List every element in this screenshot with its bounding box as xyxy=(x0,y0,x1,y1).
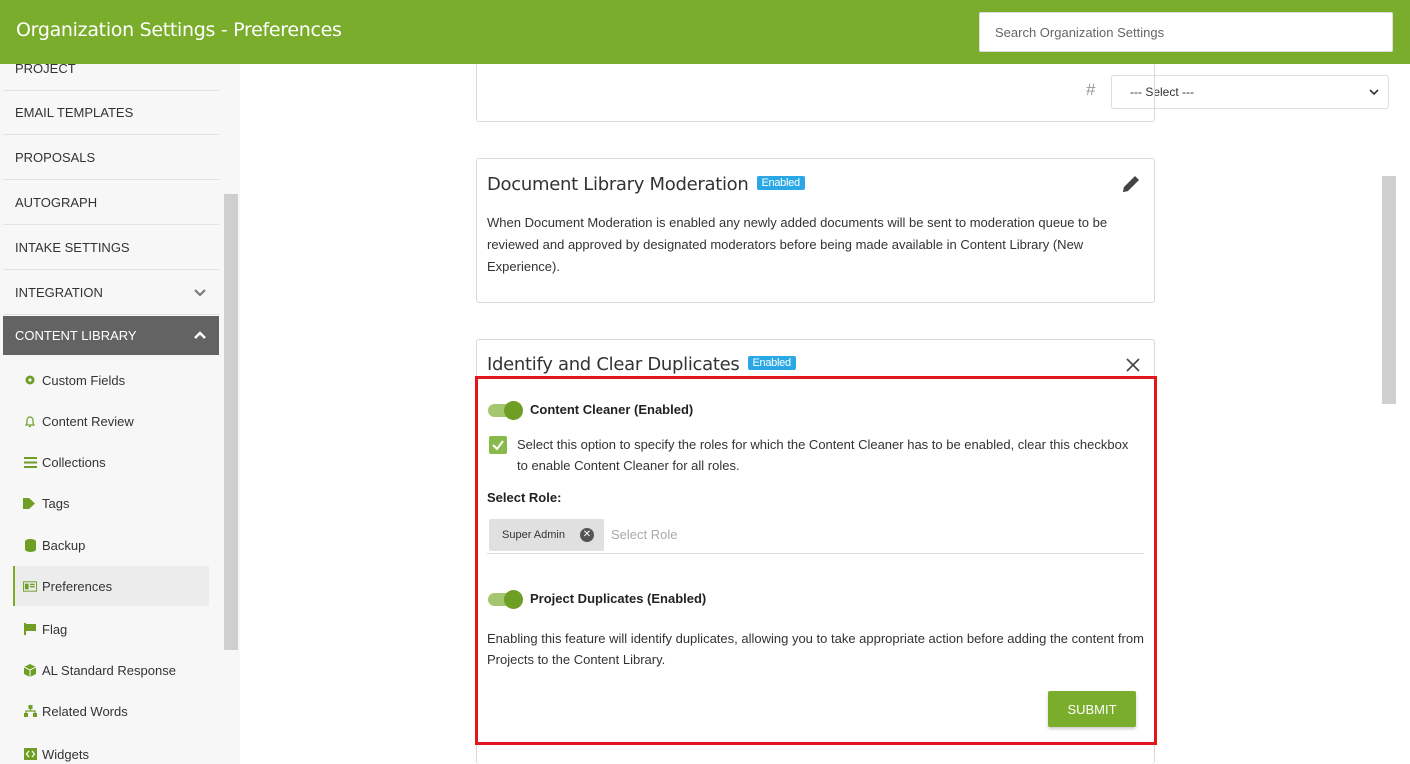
role-input[interactable]: Select Role xyxy=(611,527,677,542)
sidebar-item-content-library[interactable]: CONTENT LIBRARY xyxy=(3,316,219,355)
sidebar-sub-collections[interactable]: Collections xyxy=(13,442,209,482)
sidebar: PROJECT EMAIL TEMPLATES PROPOSALS AUTOGR… xyxy=(0,64,240,764)
sidebar-item-integration[interactable]: INTEGRATION xyxy=(3,271,219,315)
sitemap-icon xyxy=(23,704,37,718)
role-chip: Super Admin ✕ xyxy=(489,519,604,551)
flag-icon xyxy=(23,622,37,636)
content-cleaner-toggle[interactable] xyxy=(488,401,524,420)
content-cleaner-label: Content Cleaner (Enabled) xyxy=(530,402,694,417)
sidebar-sub-tags[interactable]: Tags xyxy=(13,483,209,523)
select-role-label: Select Role: xyxy=(487,490,562,505)
check-icon xyxy=(492,440,504,451)
sidebar-sub-al-standard-response[interactable]: AL Standard Response xyxy=(13,650,209,690)
sidebar-item-label: EMAIL TEMPLATES xyxy=(15,105,134,120)
sidebar-sub-label: Related Words xyxy=(42,703,128,719)
code-icon xyxy=(23,747,37,761)
sidebar-sub-label: Widgets xyxy=(42,746,89,762)
sidebar-sub-label: Preferences xyxy=(42,578,113,594)
sidebar-sub-related-words[interactable]: Related Words xyxy=(13,691,209,731)
status-badge: Enabled xyxy=(756,176,805,190)
highlight-box xyxy=(475,376,1157,745)
role-chip-label: Super Admin xyxy=(502,529,565,541)
project-duplicates-toggle[interactable] xyxy=(488,590,524,609)
header-bar: Organization Settings - Preferences xyxy=(0,0,1410,64)
card-title-text: Identify and Clear Duplicates xyxy=(487,354,740,375)
main-scrollbar[interactable] xyxy=(1382,176,1396,404)
page-title: Organization Settings - Preferences xyxy=(16,19,342,41)
sidebar-sub-label: Tags xyxy=(42,495,70,511)
sidebar-sub-label: AL Standard Response xyxy=(42,662,176,678)
sidebar-item-label: INTEGRATION xyxy=(15,285,103,300)
previous-card xyxy=(476,64,1155,122)
chevron-down-icon xyxy=(1369,89,1379,96)
search-input[interactable] xyxy=(979,12,1393,52)
card-title-text: Document Library Moderation xyxy=(487,174,749,195)
sidebar-sub-label: Backup xyxy=(42,537,86,553)
chevron-down-icon xyxy=(194,289,206,297)
pencil-icon[interactable] xyxy=(1120,173,1142,195)
role-input-underline xyxy=(487,553,1144,554)
sidebar-sub-label: Content Review xyxy=(42,413,134,429)
sidebar-sub-label: Flag xyxy=(42,621,68,637)
sidebar-item-email-templates[interactable]: EMAIL TEMPLATES xyxy=(3,91,219,135)
database-icon xyxy=(23,538,37,552)
sidebar-sub-widgets[interactable]: Widgets xyxy=(13,734,209,764)
card-title: Document Library Moderation Enabled xyxy=(487,174,805,195)
sidebar-sub-backup[interactable]: Backup xyxy=(13,525,209,565)
sidebar-item-project[interactable]: PROJECT xyxy=(3,64,219,91)
sidebar-sub-preferences[interactable]: Preferences xyxy=(13,566,209,606)
status-badge: Enabled xyxy=(747,356,796,370)
sidebar-sub-content-review[interactable]: Content Review xyxy=(13,401,209,441)
bell-icon xyxy=(23,414,37,428)
sidebar-item-intake-settings[interactable]: INTAKE SETTINGS xyxy=(3,226,219,270)
list-icon xyxy=(23,455,37,469)
close-icon[interactable] xyxy=(1124,356,1142,374)
sidebar-item-label: PROPOSALS xyxy=(15,150,96,165)
sidebar-item-proposals[interactable]: PROPOSALS xyxy=(3,136,219,180)
card-description: When Document Moderation is enabled any … xyxy=(487,215,1108,274)
document-moderation-card: Document Library Moderation Enabled When … xyxy=(476,158,1155,303)
sidebar-scrollbar[interactable] xyxy=(224,194,238,650)
sidebar-sub-label: Custom Fields xyxy=(42,372,126,388)
toggle-knob xyxy=(504,590,523,609)
preferences-icon xyxy=(23,579,37,593)
sidebar-item-label: AUTOGRAPH xyxy=(15,195,98,210)
remove-role-icon[interactable]: ✕ xyxy=(580,528,594,542)
sidebar-sub-flag[interactable]: Flag xyxy=(13,609,209,649)
card-title: Identify and Clear Duplicates Enabled xyxy=(487,354,796,375)
submit-button[interactable]: SUBMIT xyxy=(1048,691,1136,727)
sidebar-item-label: CONTENT LIBRARY xyxy=(15,328,137,343)
sidebar-sub-label: Collections xyxy=(42,454,106,470)
role-checkbox[interactable] xyxy=(489,436,507,454)
project-duplicates-label: Project Duplicates (Enabled) xyxy=(530,591,707,606)
checkbox-description: Select this option to specify the roles … xyxy=(517,437,1129,473)
toggle-knob xyxy=(504,401,523,420)
project-duplicates-description: Enabling this feature will identify dupl… xyxy=(487,631,1144,667)
sidebar-item-label: INTAKE SETTINGS xyxy=(15,240,130,255)
sidebar-item-autograph[interactable]: AUTOGRAPH xyxy=(3,181,219,225)
sidebar-item-label: PROJECT xyxy=(15,64,76,76)
gear-icon xyxy=(23,373,37,387)
tags-icon xyxy=(23,496,37,510)
cube-icon xyxy=(23,663,37,677)
chevron-up-icon xyxy=(194,331,206,339)
sidebar-sub-custom-fields[interactable]: Custom Fields xyxy=(13,360,209,400)
